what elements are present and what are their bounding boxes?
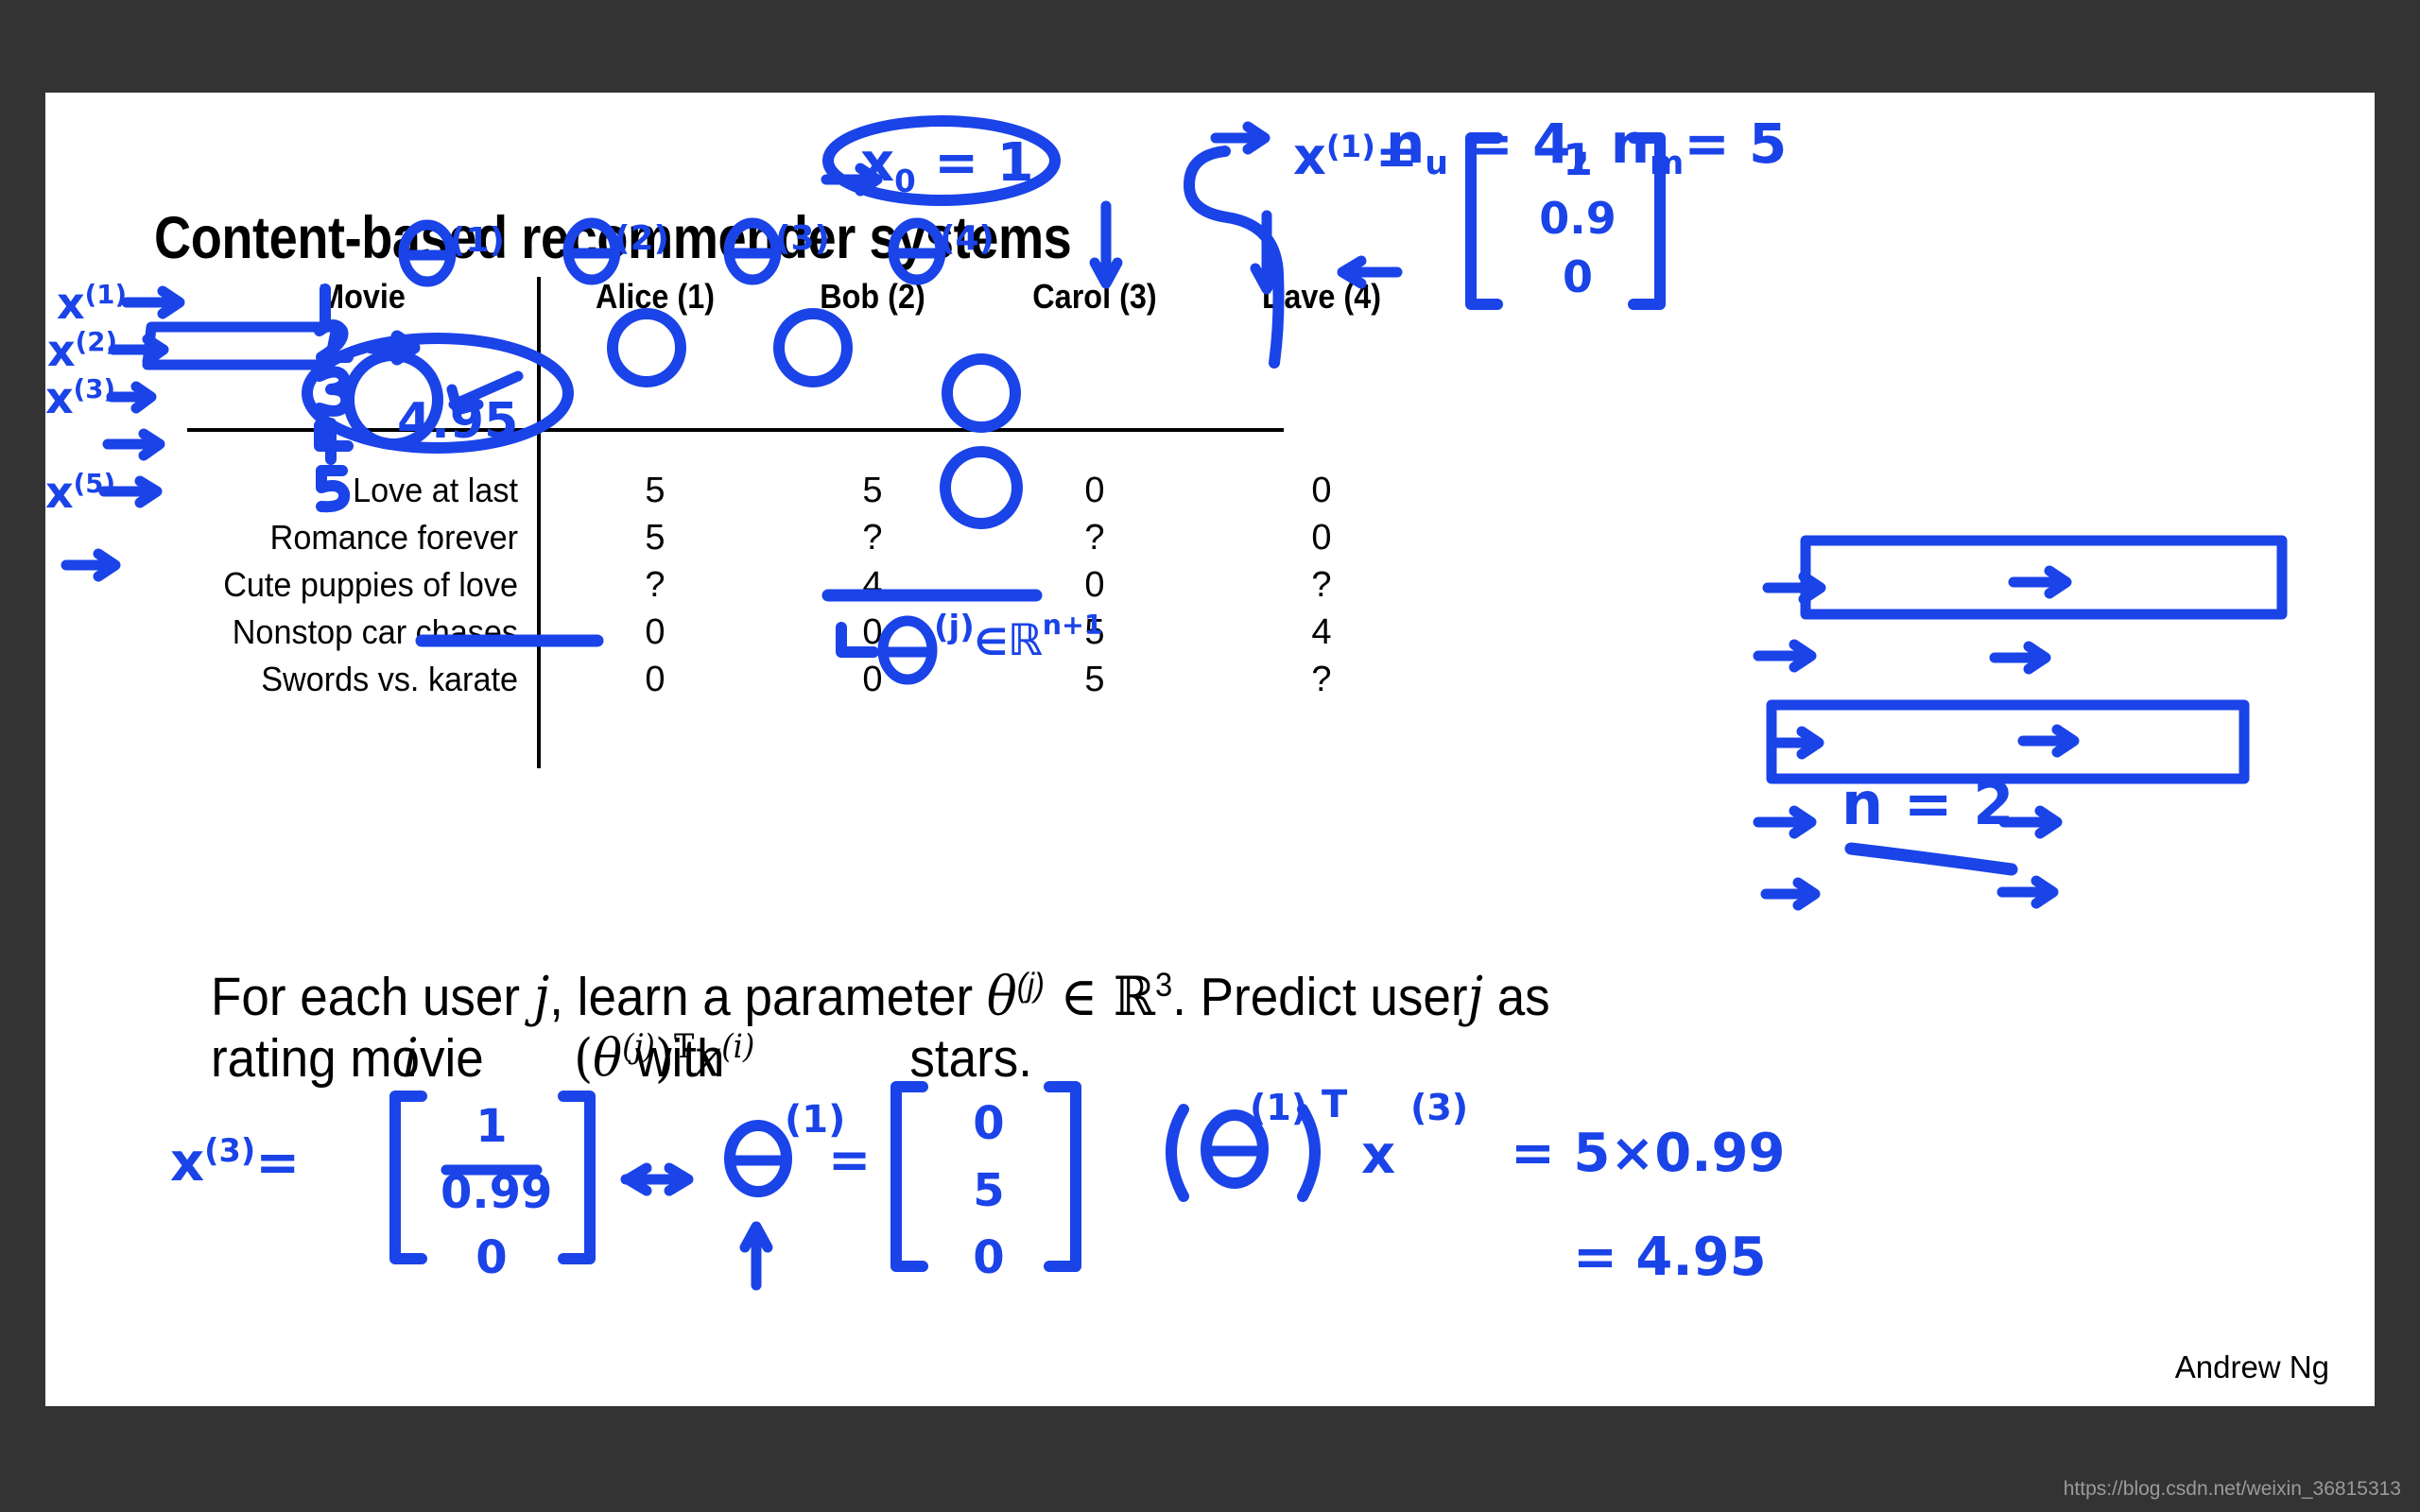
annotation-x0: x0 = 1 bbox=[860, 132, 1034, 199]
x0-value: = 1 bbox=[934, 132, 1034, 194]
theta1-vector-row: 5 bbox=[973, 1164, 1005, 1218]
x3-superscript: (3) bbox=[204, 1132, 256, 1169]
computation-x-sup: (3) bbox=[1410, 1087, 1469, 1128]
computation-transpose: T bbox=[1322, 1083, 1348, 1126]
theta-in-R-dim: n+1 bbox=[1042, 610, 1103, 641]
x0-symbol: x bbox=[860, 132, 895, 194]
annotation-x1-vector: 1 0.9 0 bbox=[1537, 130, 1618, 306]
theta1-vector-row: 0 bbox=[973, 1231, 1005, 1285]
x3-vector-row: 0 bbox=[475, 1231, 508, 1285]
annotation-predicted-value: 4.95 bbox=[397, 393, 519, 450]
x1-superscript: (1) bbox=[1325, 129, 1375, 164]
watermark-url: https://blog.csdn.net/weixin_36815313 bbox=[2063, 1478, 2401, 1500]
x-row-sup: (2) bbox=[75, 326, 118, 357]
x1-vector-row: 0.9 bbox=[1539, 193, 1616, 245]
annotation-x3-vector: 1 0.99 0 bbox=[441, 1094, 553, 1292]
annotation-theta1-equals: = bbox=[828, 1130, 872, 1190]
x1-equals: = bbox=[1375, 127, 1419, 186]
x3-symbol: x bbox=[170, 1132, 205, 1194]
author-credit: Andrew Ng bbox=[2174, 1349, 2329, 1384]
n-movies-subscript: m bbox=[1649, 145, 1685, 182]
theta1-vector-row: 0 bbox=[973, 1097, 1005, 1150]
n-users-subscript: u bbox=[1425, 145, 1449, 182]
annotation-x1-label: x(1)= bbox=[1293, 127, 1418, 186]
x-row-sup: (3) bbox=[73, 373, 116, 404]
handwriting-ink-layer bbox=[60, 115, 2288, 1291]
row-label-x3: x(3) bbox=[45, 372, 115, 423]
annotation-x3-label: x(3)= bbox=[170, 1132, 300, 1194]
x3-equals: = bbox=[255, 1132, 301, 1194]
annotation-n-equals-2: n = 2 bbox=[1841, 769, 2014, 838]
annotation-theta1-vector: 0 5 0 bbox=[945, 1091, 1032, 1292]
x1-vector-row: 0 bbox=[1562, 251, 1593, 303]
computation-result-line-1: = 5×0.99 bbox=[1511, 1123, 1786, 1184]
row-label-x5: x(5) bbox=[45, 467, 115, 518]
theta-in-R-sup: (j) bbox=[934, 609, 975, 646]
x-row-sup: (1) bbox=[84, 279, 128, 310]
slide-canvas: Content-based recommender systems Movie … bbox=[45, 93, 2375, 1406]
x-row-symbol: x bbox=[45, 372, 74, 423]
theta-header-sup-3: (3) bbox=[775, 219, 830, 258]
theta-in-R-element: ∈ bbox=[974, 622, 1008, 664]
computation-theta-sup: (1) bbox=[1250, 1087, 1308, 1128]
x0-subscript: 0 bbox=[894, 163, 916, 199]
x1-symbol: x bbox=[1293, 127, 1326, 186]
row-label-x2: x(2) bbox=[47, 325, 117, 376]
theta-in-R-reals: ℝ bbox=[1007, 614, 1043, 665]
x-row-symbol: x bbox=[45, 467, 74, 518]
row-label-x1: x(1) bbox=[57, 278, 127, 329]
x-row-symbol: x bbox=[57, 278, 85, 329]
x-row-symbol: x bbox=[47, 325, 76, 376]
computation-x-symbol: x bbox=[1361, 1125, 1396, 1186]
n-movies-value: = 5 bbox=[1684, 112, 1788, 176]
theta-header-sup-4: (4) bbox=[940, 219, 994, 258]
x3-vector-row: 0.99 bbox=[441, 1165, 553, 1219]
annotation-theta-in-R: (j)∈ℝn+1 bbox=[934, 609, 1103, 665]
x1-vector-row: 1 bbox=[1562, 134, 1593, 185]
computation-result-line-2: = 4.95 bbox=[1573, 1227, 1767, 1288]
x-row-sup: (5) bbox=[73, 468, 116, 499]
x3-vector-row: 1 bbox=[475, 1100, 508, 1153]
theta-header-sup-2: (2) bbox=[614, 219, 669, 258]
theta-header-sup-1: (1) bbox=[450, 221, 505, 260]
